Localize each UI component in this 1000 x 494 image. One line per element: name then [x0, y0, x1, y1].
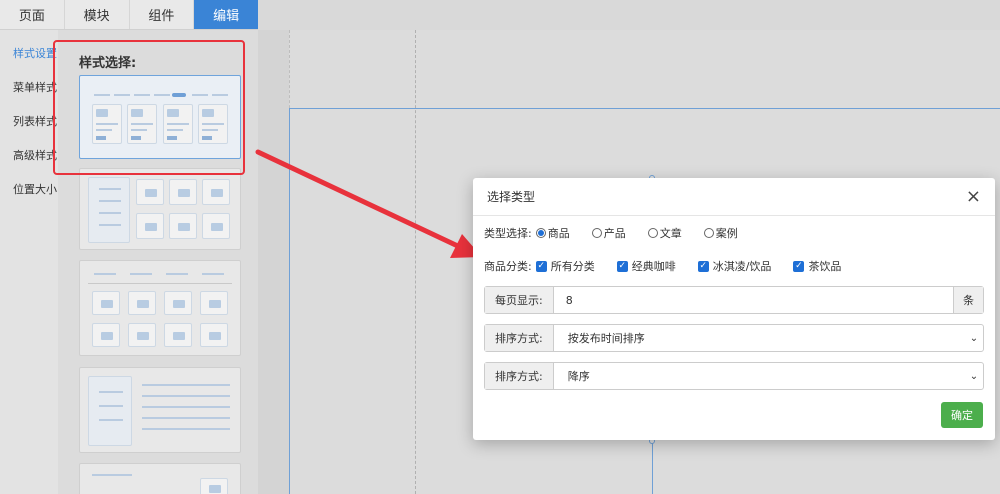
order-select[interactable]: 降序 [554, 368, 965, 384]
top-tabs: 页面 模块 组件 编辑 [0, 0, 258, 30]
radio-article[interactable]: 文章 [647, 225, 682, 241]
thumb-item [164, 291, 192, 315]
thumb-sidebar [88, 177, 130, 243]
side-menu: 样式设置 菜单样式 列表样式 高级样式 位置大小 [0, 30, 58, 494]
thumb-item [136, 213, 164, 239]
checkbox-label: 茶饮品 [808, 260, 842, 273]
checkbox-checked-icon: ✓ [697, 260, 709, 272]
radio-label: 产品 [603, 227, 626, 240]
radio-goods[interactable]: 商品 [535, 225, 570, 241]
checkbox-label: 经典咖啡 [631, 260, 676, 273]
tab-component[interactable]: 组件 [130, 0, 195, 29]
order-field: 排序方式: 降序 ⌄ [484, 362, 984, 390]
radio-label: 商品 [547, 227, 570, 240]
side-item-position-size[interactable]: 位置大小 [0, 172, 58, 206]
dialog-title: 选择类型 [487, 190, 536, 204]
thumb-tab [166, 273, 188, 275]
checkbox-checked-icon: ✓ [535, 260, 547, 272]
checkbox-checked-icon: ✓ [616, 260, 628, 272]
thumb-item [200, 291, 228, 315]
thumb-line [142, 384, 230, 386]
chevron-down-icon[interactable]: ⌄ [965, 333, 983, 344]
side-item-advanced-style[interactable]: 高级样式 [0, 138, 58, 172]
close-icon[interactable]: × [966, 187, 981, 206]
thumb-item [128, 323, 156, 347]
per-page-input[interactable] [553, 287, 953, 313]
thumb-item [169, 179, 197, 205]
style-option-4[interactable] [79, 367, 241, 453]
radio-icon [535, 228, 546, 238]
radio-label: 文章 [659, 227, 682, 240]
category-row: 商品分类: ✓ 所有分类 ✓ 经典咖啡 ✓ 冰淇凌/饮品 ✓ 茶饮品 [484, 258, 863, 274]
per-page-label: 每页显示: [485, 287, 554, 313]
style-option-5[interactable] [79, 463, 241, 494]
thumb-line [142, 406, 230, 408]
style-option-3[interactable] [79, 260, 241, 356]
thumb-tab [130, 273, 152, 275]
tab-edit[interactable]: 编辑 [194, 0, 258, 29]
sort-field: 排序方式: 按发布时间排序 ⌄ [484, 324, 984, 352]
dialog-header: 选择类型 × [473, 178, 995, 216]
thumb-item [92, 291, 120, 315]
thumb-item [200, 323, 228, 347]
thumb-item [136, 179, 164, 205]
checkbox-checked-icon: ✓ [793, 260, 805, 272]
radio-icon [647, 228, 658, 238]
radio-icon [703, 228, 714, 238]
order-label: 排序方式: [485, 363, 554, 389]
type-label: 类型选择: [484, 227, 532, 240]
thumb-tab [94, 273, 116, 275]
radio-label: 案例 [715, 227, 738, 240]
per-page-unit: 条 [953, 287, 983, 313]
per-page-field: 每页显示: 条 [484, 286, 984, 314]
checkbox-label: 冰淇凌/饮品 [712, 260, 772, 273]
side-item-menu-style[interactable]: 菜单样式 [0, 70, 58, 104]
radio-icon [591, 228, 602, 238]
checkbox-icecream-drinks[interactable]: ✓ 冰淇凌/饮品 [697, 258, 772, 274]
checkbox-classic-coffee[interactable]: ✓ 经典咖啡 [616, 258, 676, 274]
thumb-item [164, 323, 192, 347]
style-option-2[interactable] [79, 168, 241, 250]
thumb-item [128, 291, 156, 315]
thumb-sidebar [88, 376, 132, 446]
selection-line [289, 108, 290, 494]
confirm-button[interactable]: 确定 [941, 402, 983, 428]
tab-page[interactable]: 页面 [0, 0, 65, 29]
thumb-item [202, 213, 230, 239]
guide-line [415, 30, 416, 494]
tab-module[interactable]: 模块 [65, 0, 130, 29]
thumb-line [142, 395, 230, 397]
category-label: 商品分类: [484, 260, 532, 273]
thumb-item [169, 213, 197, 239]
type-row: 类型选择: 商品 产品 文章 案例 [484, 225, 760, 241]
side-item-style-settings[interactable]: 样式设置 [0, 36, 58, 70]
thumb-tab [202, 273, 224, 275]
highlight-box [53, 40, 245, 175]
divider [88, 283, 232, 284]
thumb-line [142, 417, 230, 419]
checkbox-label: 所有分类 [550, 260, 595, 273]
checkbox-tea-drinks[interactable]: ✓ 茶饮品 [793, 258, 841, 274]
sort-label: 排序方式: [485, 325, 554, 351]
selection-line [289, 108, 1000, 109]
thumb-line [142, 428, 230, 430]
radio-case[interactable]: 案例 [703, 225, 738, 241]
chevron-down-icon[interactable]: ⌄ [965, 371, 983, 382]
side-item-list-style[interactable]: 列表样式 [0, 104, 58, 138]
thumb-tab [92, 474, 132, 476]
sort-select[interactable]: 按发布时间排序 [554, 330, 965, 346]
thumb-item [92, 323, 120, 347]
checkbox-all-categories[interactable]: ✓ 所有分类 [535, 258, 595, 274]
select-type-dialog: 选择类型 × 类型选择: 商品 产品 文章 案例 商品分类: ✓ 所有分类 ✓ 经典… [473, 178, 995, 440]
radio-product[interactable]: 产品 [591, 225, 626, 241]
thumb-item [202, 179, 230, 205]
thumb-item [200, 478, 228, 494]
